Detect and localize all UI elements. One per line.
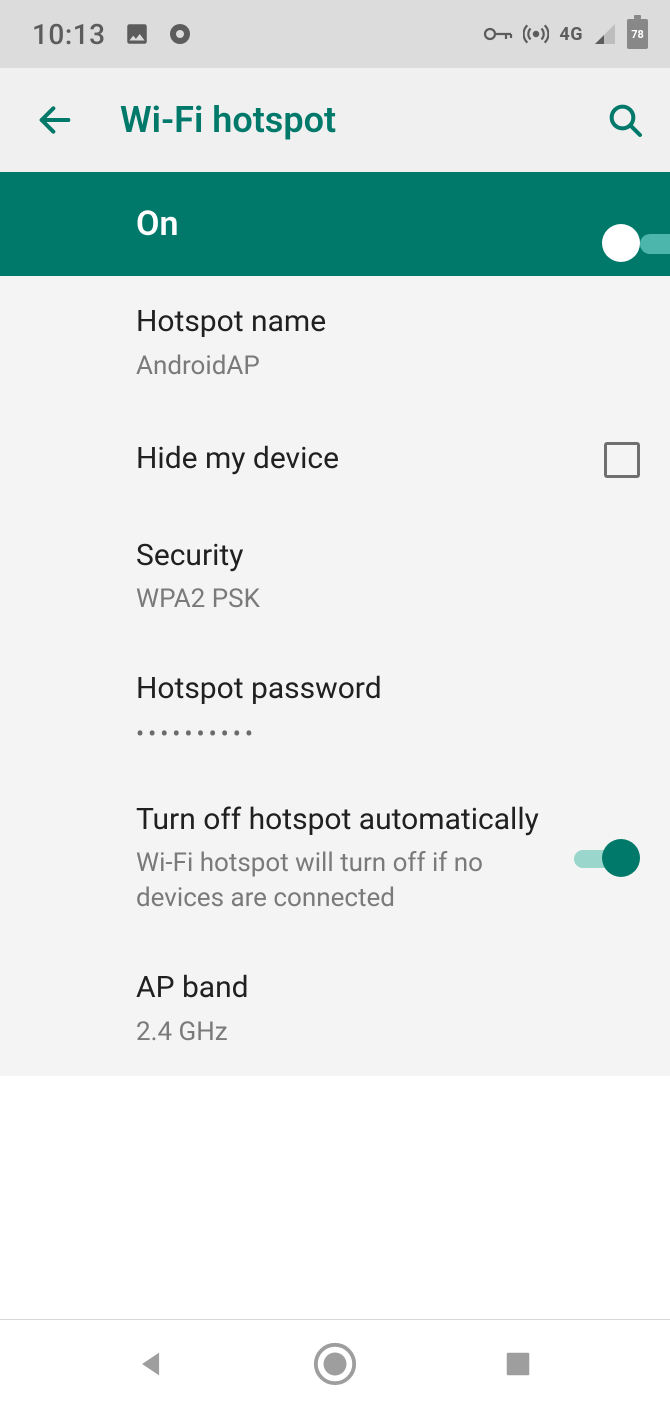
- hide-device-title: Hide my device: [136, 439, 584, 480]
- status-time: 10:13: [32, 18, 106, 51]
- record-icon: [168, 22, 192, 46]
- hide-device-checkbox[interactable]: [604, 442, 640, 478]
- password-title: Hotspot password: [136, 669, 620, 710]
- battery-level: 78: [631, 28, 644, 41]
- row-ap-band[interactable]: AP band 2.4 GHz: [0, 942, 670, 1076]
- signal-icon: [593, 22, 617, 46]
- hotspot-master-toggle[interactable]: On: [0, 172, 670, 276]
- hotspot-name-title: Hotspot name: [136, 302, 620, 343]
- row-auto-off[interactable]: Turn off hotspot automatically Wi-Fi hot…: [0, 774, 670, 943]
- image-icon: [124, 21, 150, 47]
- hotspot-status-icon: [523, 21, 549, 47]
- nav-home-button[interactable]: [305, 1334, 365, 1394]
- nav-back-button[interactable]: [122, 1334, 182, 1394]
- navigation-bar: [0, 1320, 670, 1408]
- password-mask: ••••••••••: [136, 720, 620, 748]
- status-bar: 10:13 4G 78: [0, 0, 670, 68]
- row-password[interactable]: Hotspot password ••••••••••: [0, 643, 670, 774]
- auto-off-title: Turn off hotspot automatically: [136, 800, 554, 841]
- row-security[interactable]: Security WPA2 PSK: [0, 510, 670, 644]
- hotspot-name-value: AndroidAP: [136, 349, 620, 384]
- auto-off-switch[interactable]: [574, 839, 640, 877]
- security-title: Security: [136, 536, 620, 577]
- security-value: WPA2 PSK: [136, 582, 620, 617]
- hotspot-master-label: On: [136, 204, 178, 244]
- app-bar: Wi-Fi hotspot: [0, 68, 670, 172]
- back-button[interactable]: [30, 100, 80, 140]
- vpn-key-icon: [483, 25, 513, 43]
- search-button[interactable]: [600, 100, 650, 140]
- row-hide-device[interactable]: Hide my device: [0, 410, 670, 510]
- settings-list: Hotspot name AndroidAP Hide my device Se…: [0, 276, 670, 1076]
- network-type-label: 4G: [559, 24, 583, 45]
- page-title: Wi-Fi hotspot: [120, 99, 336, 141]
- nav-recents-button[interactable]: [488, 1334, 548, 1394]
- battery-icon: 78: [627, 19, 648, 49]
- ap-band-value: 2.4 GHz: [136, 1015, 620, 1050]
- auto-off-desc: Wi-Fi hotspot will turn off if no device…: [136, 846, 554, 916]
- row-hotspot-name[interactable]: Hotspot name AndroidAP: [0, 276, 670, 410]
- ap-band-title: AP band: [136, 968, 620, 1009]
